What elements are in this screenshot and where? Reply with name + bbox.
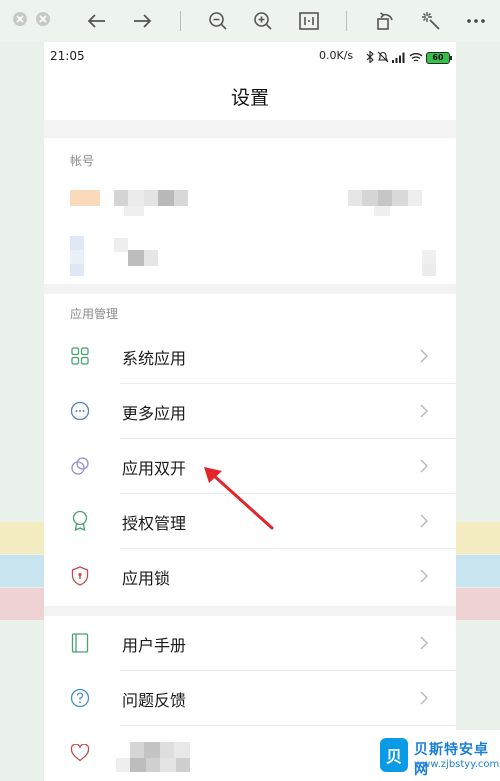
- row-label: 应用双开: [122, 459, 187, 478]
- app-section-title: 应用管理: [70, 307, 119, 321]
- more-dots-icon: [68, 399, 92, 423]
- row-app-lock[interactable]: 应用锁: [44, 549, 456, 604]
- chevron-right-icon: [420, 568, 428, 587]
- account-card: 帐号: [44, 138, 456, 284]
- viewer-toolbar: [0, 0, 500, 42]
- chevron-right-icon: [420, 348, 428, 367]
- magic-wand-icon[interactable]: [418, 8, 444, 34]
- back-arrow-icon[interactable]: [84, 8, 110, 34]
- background-window-strip: [0, 588, 44, 620]
- background-window-strip: [0, 555, 44, 587]
- rotate-icon[interactable]: [372, 8, 398, 34]
- row-label: 应用锁: [122, 569, 171, 588]
- background-window-strip: [456, 555, 500, 587]
- page-title: 设置: [230, 87, 269, 109]
- row-label: 用户手册: [122, 636, 187, 655]
- grid-icon: [68, 344, 92, 368]
- zoom-in-icon[interactable]: [250, 8, 276, 34]
- actual-size-icon[interactable]: [296, 8, 322, 34]
- redacted-value: [422, 250, 436, 264]
- background-window-strip: [0, 522, 44, 554]
- redacted-value: [362, 190, 378, 206]
- redacted-text: [146, 758, 160, 772]
- row-label: 更多应用: [122, 404, 187, 423]
- bluetooth-icon: [366, 48, 374, 67]
- chevron-right-icon: [420, 635, 428, 654]
- phone-screen: 21:05 0.0K/s 60 设置 帐号 应用管理 系统应用 更多应用 应用双…: [44, 42, 456, 781]
- badge-icon: [68, 509, 92, 533]
- mute-icon: [377, 48, 389, 67]
- heart-icon: [68, 741, 92, 765]
- chevron-right-icon: [420, 513, 428, 532]
- redacted-text: [144, 250, 158, 266]
- row-more-apps[interactable]: 更多应用: [44, 384, 456, 439]
- redacted-icon: [70, 264, 84, 276]
- redacted-text: [144, 190, 158, 206]
- redacted-text: [174, 190, 188, 206]
- battery-icon: 60: [426, 51, 452, 64]
- row-permissions[interactable]: 授权管理: [44, 494, 456, 549]
- redacted-avatar: [70, 190, 100, 206]
- chevron-right-icon: [420, 458, 428, 477]
- forward-arrow-icon[interactable]: [129, 8, 155, 34]
- redacted-text: [114, 238, 128, 252]
- redacted-icon: [70, 250, 84, 264]
- redacted-text: [114, 190, 128, 206]
- row-dual-apps[interactable]: 应用双开: [44, 439, 456, 494]
- redacted-value: [392, 190, 408, 206]
- redacted-text: [144, 742, 160, 758]
- redacted-text: [128, 250, 144, 266]
- redacted-value: [408, 190, 422, 206]
- redacted-text: [130, 742, 144, 758]
- watermark-logo-icon: 贝: [380, 738, 408, 772]
- redacted-text: [116, 758, 130, 772]
- row-label: 系统应用: [122, 349, 187, 368]
- redacted-text: [130, 758, 146, 772]
- row-feedback[interactable]: 问题反馈: [44, 671, 456, 726]
- settings-header: 设置: [44, 70, 456, 120]
- redacted-text: [128, 190, 144, 206]
- toolbar-divider: [180, 11, 181, 31]
- dual-circles-icon: [68, 454, 92, 478]
- status-time: 21:05: [50, 49, 85, 63]
- row-user-manual[interactable]: 用户手册: [44, 616, 456, 671]
- status-bar: 21:05 0.0K/s 60: [44, 42, 456, 70]
- account-section-title: 帐号: [70, 154, 95, 168]
- background-window-strip: [456, 588, 500, 620]
- background-window-strip: [456, 522, 500, 554]
- redacted-text: [160, 758, 176, 772]
- toolbar-divider: [346, 11, 347, 31]
- redacted-value: [378, 190, 392, 206]
- redacted-text: [160, 742, 174, 758]
- shield-icon: [68, 564, 92, 588]
- redacted-text: [174, 742, 190, 758]
- redacted-icon: [70, 236, 84, 250]
- question-icon: [68, 686, 92, 710]
- redacted-value: [348, 190, 362, 206]
- minimize-window-icon[interactable]: [36, 12, 50, 26]
- app-management-card: 应用管理 系统应用 更多应用 应用双开 授权管理 应用锁: [44, 294, 456, 606]
- redacted-value: [374, 206, 390, 216]
- redacted-text: [176, 758, 190, 772]
- wifi-icon: [409, 48, 423, 67]
- redacted-value: [422, 264, 436, 276]
- redacted-text: [124, 206, 144, 216]
- chevron-right-icon: [420, 403, 428, 422]
- row-label: 问题反馈: [122, 691, 187, 710]
- chevron-right-icon: [420, 690, 428, 709]
- site-watermark: 贝 贝斯特安卓网 www.zjbstyy.com: [374, 730, 500, 781]
- zoom-out-icon[interactable]: [205, 8, 231, 34]
- row-label: 授权管理: [122, 514, 187, 533]
- status-icons: 60: [366, 48, 452, 67]
- watermark-url: www.zjbstyy.com: [414, 759, 500, 770]
- close-window-icon[interactable]: [13, 12, 27, 26]
- signal-icon: [392, 48, 406, 67]
- book-icon: [68, 631, 92, 655]
- more-options-icon[interactable]: [463, 8, 489, 34]
- redacted-text: [158, 190, 174, 206]
- row-system-apps[interactable]: 系统应用: [44, 329, 456, 384]
- network-speed: 0.0K/s: [319, 49, 354, 62]
